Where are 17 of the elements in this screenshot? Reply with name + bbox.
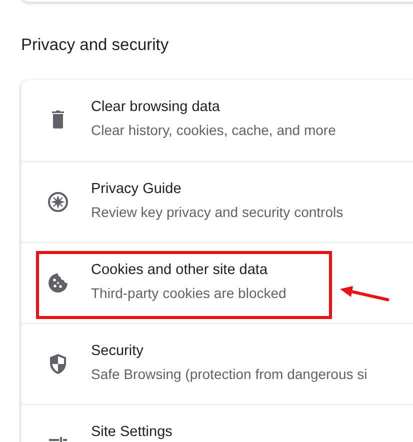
compass-icon [46, 190, 70, 214]
settings-item[interactable]: Cookies and other site data Third-party cookies are blocked [21, 242, 413, 323]
settings-item[interactable]: Privacy Guide Review key privacy and security controls [21, 161, 413, 242]
settings-item[interactable]: Clear browsing data Clear history, cookies, cache, and more [21, 80, 413, 161]
item-title: Clear browsing data [91, 98, 221, 116]
item-title: Cookies and other site data [91, 261, 269, 279]
settings-item[interactable]: Site Settings [21, 404, 413, 442]
item-title: Security [91, 342, 144, 360]
item-title: Site Settings [91, 423, 172, 441]
item-description: Safe Browsing (protection from dangerous si [91, 365, 368, 384]
section-title: Privacy and security [21, 36, 170, 56]
item-title: Privacy Guide [91, 180, 182, 198]
item-description: Clear history, cookies, cache, and more [91, 121, 336, 140]
settings-item[interactable]: Security Safe Browsing (protection from dangerous si [21, 323, 413, 404]
item-description: Third-party cookies are blocked [91, 284, 286, 303]
cookie-icon [46, 271, 70, 295]
item-description: Review key privacy and security controls [91, 203, 344, 222]
